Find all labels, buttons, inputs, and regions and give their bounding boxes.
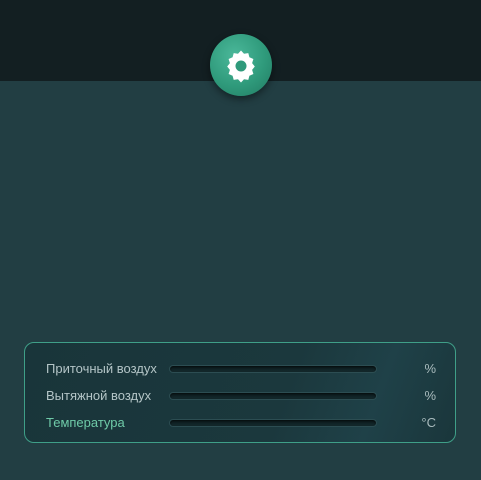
supply-air-unit: % (424, 361, 436, 376)
supply-air-row: Приточный воздух % (25, 359, 455, 379)
supply-air-label: Приточный воздух (46, 361, 157, 376)
temperature-label: Температура (46, 415, 125, 430)
temperature-unit: °C (421, 415, 436, 430)
temperature-bar (169, 419, 377, 427)
temperature-row: Температура °C (25, 413, 455, 433)
gear-icon (227, 50, 255, 83)
exhaust-air-label: Вытяжной воздух (46, 388, 152, 403)
exhaust-air-bar (169, 392, 377, 400)
exhaust-air-row: Вытяжной воздух % (25, 386, 455, 406)
ventilation-panel: Приточный воздух % Вытяжной воздух % Тем… (24, 342, 456, 443)
settings-button[interactable] (210, 34, 272, 96)
exhaust-air-unit: % (424, 388, 436, 403)
supply-air-bar (169, 365, 377, 373)
